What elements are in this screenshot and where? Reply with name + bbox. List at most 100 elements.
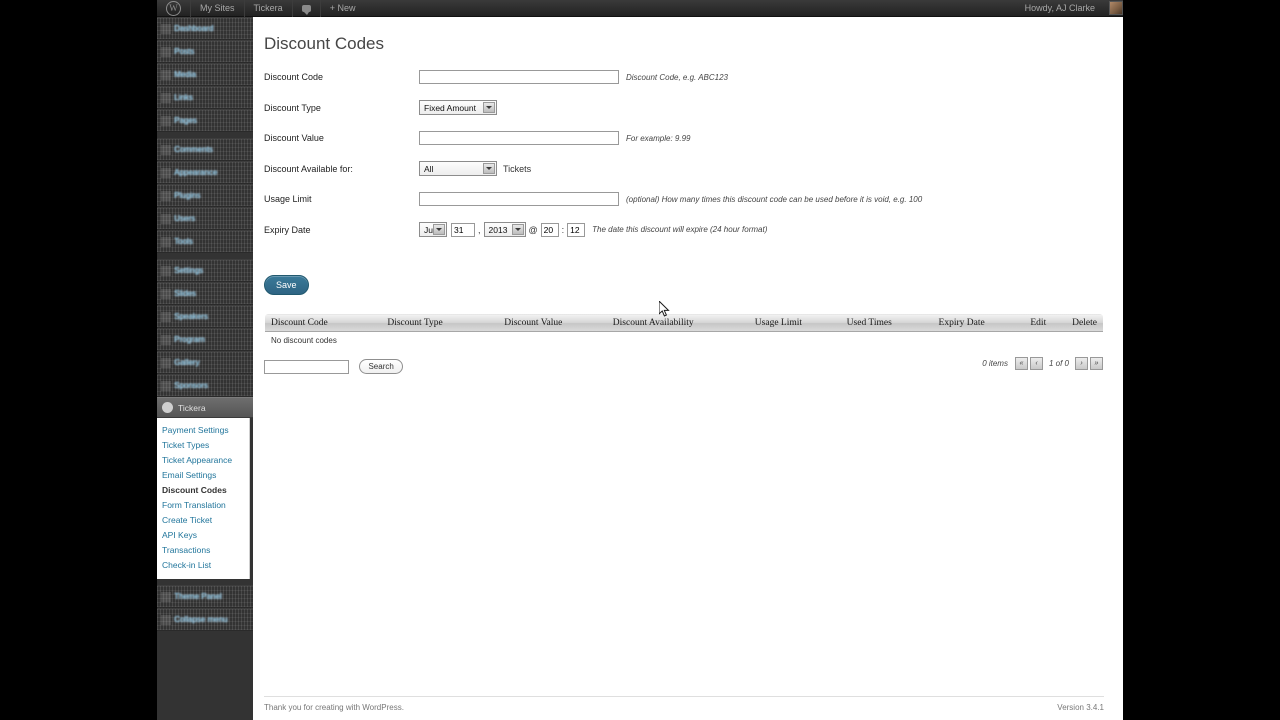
column-header-expiry-date[interactable]: Expiry Date bbox=[932, 314, 1025, 332]
submenu-item-transactions[interactable]: Transactions bbox=[157, 543, 249, 558]
label-expiry-date: Expiry Date bbox=[264, 224, 311, 235]
video-artifact bbox=[157, 260, 253, 281]
adminbar-new-button[interactable]: + New bbox=[321, 0, 365, 17]
prev-page-button[interactable]: ‹ bbox=[1029, 357, 1043, 370]
sidebar-item-slides[interactable]: Slides bbox=[157, 282, 253, 305]
sidebar-item-label: Pages bbox=[174, 116, 197, 125]
expiry-hour-input[interactable] bbox=[540, 222, 559, 237]
sidebar-item-users[interactable]: Users bbox=[157, 207, 253, 230]
expiry-minute-input[interactable] bbox=[567, 222, 586, 237]
column-header-discount-code[interactable]: Discount Code bbox=[265, 314, 382, 332]
sidebar-item-label: Users bbox=[174, 214, 195, 223]
sidebar-item-settings[interactable]: Settings bbox=[157, 259, 253, 282]
last-page-button[interactable]: » bbox=[1090, 357, 1103, 370]
sidebar-item-posts[interactable]: Posts bbox=[157, 40, 253, 63]
sidebar-item-comments[interactable]: Comments bbox=[157, 138, 253, 161]
video-artifact bbox=[157, 87, 253, 108]
submenu-item-email-settings[interactable]: Email Settings bbox=[157, 468, 249, 483]
column-header-discount-type[interactable]: Discount Type bbox=[381, 314, 499, 332]
expiry-month-select[interactable]: Jul bbox=[419, 222, 447, 237]
gallery-icon bbox=[161, 357, 171, 368]
expiry-year-select[interactable]: 2013 bbox=[483, 222, 526, 237]
sidebar-item-plugins[interactable]: Plugins bbox=[157, 184, 253, 207]
label-usage-limit: Usage Limit bbox=[264, 194, 312, 204]
label-discount-availability: Discount Available for: bbox=[264, 163, 353, 174]
sidebar-item-program[interactable]: Program bbox=[157, 328, 253, 351]
sidebar-item-label: Posts bbox=[174, 47, 195, 56]
admin-sidebar: Dashboard Posts Media Links Pages Comments App… bbox=[157, 17, 253, 720]
date-comma: , bbox=[478, 224, 481, 235]
submenu-item-ticket-types[interactable]: Ticket Types bbox=[157, 438, 249, 453]
column-header-delete[interactable]: Delete bbox=[1066, 314, 1103, 332]
sidebar-item-sponsors[interactable]: Sponsors bbox=[157, 374, 253, 397]
chevron-down-icon bbox=[433, 224, 445, 235]
sidebar-item-speakers[interactable]: Speakers bbox=[157, 305, 253, 328]
discount-codes-table: Discount Code Discount Type Discount Value… bbox=[264, 313, 1104, 350]
adminbar-site-name[interactable]: Tickera bbox=[245, 0, 292, 17]
video-artifact bbox=[157, 185, 253, 206]
search-button[interactable]: Search bbox=[359, 359, 403, 374]
usage-limit-input[interactable] bbox=[419, 192, 619, 206]
label-discount-type: Discount Type bbox=[264, 102, 321, 113]
discount-availability-select[interactable]: All bbox=[419, 161, 497, 176]
label-discount-value: Discount Value bbox=[264, 133, 324, 143]
expiry-day-input[interactable] bbox=[451, 222, 475, 237]
sidebar-item-tickera[interactable]: Tickera bbox=[157, 397, 253, 418]
submenu-item-ticket-appearance[interactable]: Ticket Appearance bbox=[157, 453, 249, 468]
sidebar-item-label: Plugins bbox=[174, 191, 201, 200]
adminbar-my-sites[interactable]: My Sites bbox=[191, 0, 244, 17]
page-indicator: 1 of 0 bbox=[1048, 359, 1069, 368]
sidebar-item-gallery[interactable]: Gallery bbox=[157, 351, 253, 374]
dashboard-icon bbox=[161, 23, 171, 34]
sidebar-item-label: Dashboard bbox=[174, 24, 214, 33]
save-button[interactable]: Save bbox=[264, 275, 309, 295]
discount-value-input[interactable] bbox=[419, 131, 619, 145]
wordpress-logo-icon[interactable]: W bbox=[157, 0, 190, 17]
sidebar-item-collapse-menu[interactable]: Collapse menu bbox=[157, 608, 253, 631]
submenu-item-form-translation[interactable]: Form Translation bbox=[157, 498, 249, 513]
column-header-edit[interactable]: Edit bbox=[1024, 314, 1067, 332]
slides-icon bbox=[161, 288, 171, 299]
submenu-item-payment-settings[interactable]: Payment Settings bbox=[157, 423, 249, 438]
media-icon bbox=[161, 69, 171, 80]
discount-type-select[interactable]: Fixed Amount bbox=[419, 100, 497, 115]
pagination: 0 items « ‹ 1 of 0 › » bbox=[982, 357, 1104, 370]
sidebar-item-appearance[interactable]: Appearance bbox=[157, 161, 253, 184]
user-avatar[interactable] bbox=[1109, 1, 1123, 15]
column-header-discount-availability[interactable]: Discount Availability bbox=[606, 314, 749, 332]
sidebar-item-tools[interactable]: Tools bbox=[157, 230, 253, 253]
submenu-item-api-keys[interactable]: API Keys bbox=[157, 528, 249, 543]
sidebar-item-links[interactable]: Links bbox=[157, 86, 253, 109]
posts-icon bbox=[161, 46, 171, 57]
page-title: Discount Codes bbox=[264, 34, 385, 53]
video-artifact bbox=[157, 352, 253, 373]
discount-code-input[interactable] bbox=[419, 70, 619, 84]
first-page-button[interactable]: « bbox=[1014, 357, 1028, 370]
submenu-item-discount-codes[interactable]: Discount Codes bbox=[157, 483, 249, 498]
items-count: 0 items bbox=[982, 359, 1008, 368]
tickera-icon bbox=[162, 402, 173, 413]
sidebar-item-theme-panel[interactable]: Theme Panel bbox=[157, 585, 253, 608]
sidebar-item-media[interactable]: Media bbox=[157, 63, 253, 86]
search-input[interactable] bbox=[264, 359, 349, 374]
adminbar-account[interactable]: Howdy, AJ Clarke bbox=[1016, 0, 1123, 17]
sidebar-item-label: Comments bbox=[174, 145, 213, 154]
sidebar-item-dashboard[interactable]: Dashboard bbox=[157, 17, 253, 40]
submenu-item-check-in-list[interactable]: Check-in List bbox=[157, 558, 249, 573]
submenu-item-create-ticket[interactable]: Create Ticket bbox=[157, 513, 249, 528]
howdy-label: Howdy, AJ Clarke bbox=[1024, 2, 1095, 13]
next-page-button[interactable]: › bbox=[1075, 357, 1088, 370]
theme-panel-icon bbox=[161, 591, 171, 602]
column-header-discount-value[interactable]: Discount Value bbox=[498, 314, 607, 332]
chevron-down-icon bbox=[483, 163, 495, 174]
table-row-empty: No discount codes bbox=[265, 331, 1103, 349]
sidebar-item-pages[interactable]: Pages bbox=[157, 109, 253, 132]
form-row-discount-type: Discount Type Fixed Amount bbox=[264, 100, 1123, 115]
sidebar-item-label: Gallery bbox=[174, 358, 200, 367]
collapse-icon bbox=[161, 614, 171, 625]
column-header-used-times[interactable]: Used Times bbox=[840, 314, 933, 332]
comment-bubble-icon[interactable] bbox=[293, 0, 320, 17]
table-navigation: Search 0 items « ‹ 1 of 0 › » bbox=[264, 356, 1104, 376]
column-header-usage-limit[interactable]: Usage Limit bbox=[748, 314, 841, 332]
discount-type-value: Fixed Amount bbox=[424, 102, 476, 113]
